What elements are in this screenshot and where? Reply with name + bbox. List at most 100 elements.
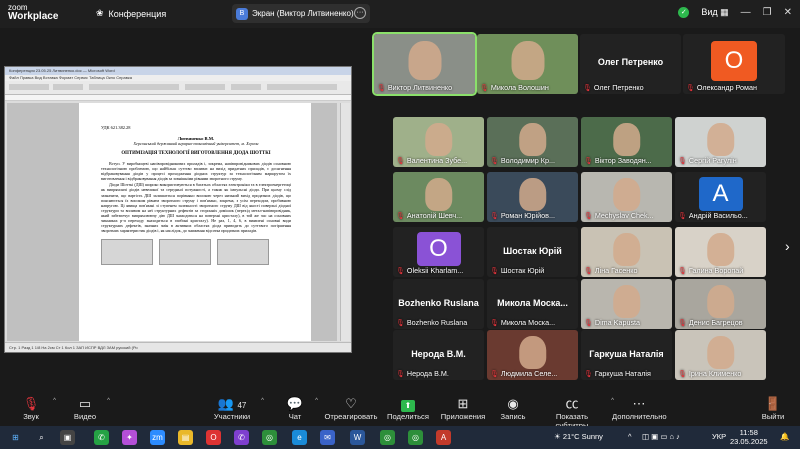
chevron-up-icon[interactable]: ^ bbox=[315, 398, 318, 404]
participant-video bbox=[612, 285, 641, 318]
participant-name: Володимир Кр... bbox=[500, 156, 555, 165]
windows-start-icon[interactable]: ⊞ bbox=[8, 430, 23, 445]
more-options-icon[interactable]: ··· bbox=[354, 7, 366, 19]
copilot-icon[interactable]: ✦ bbox=[122, 430, 137, 445]
participant-name-label: 🎙 Денис Багрецов bbox=[678, 318, 743, 327]
participant-video bbox=[706, 336, 735, 369]
chevron-up-icon[interactable]: ^ bbox=[53, 398, 56, 404]
close-icon[interactable]: ✕ bbox=[784, 7, 792, 18]
viber-icon[interactable]: ✆ bbox=[234, 430, 249, 445]
participant-tile[interactable]: 🎙 Ліна Гасенко bbox=[581, 227, 672, 277]
participant-tile[interactable]: O 🎙 Oleksii Kharlam... bbox=[393, 227, 484, 277]
record-button[interactable]: ◉ Запись bbox=[498, 396, 528, 421]
view-button[interactable]: Вид ▦ bbox=[701, 7, 728, 18]
participant-name-label: 🎙 Андрій Васильо... bbox=[678, 211, 748, 220]
participant-tile[interactable]: 🎙 Людмила Селе... bbox=[487, 330, 578, 380]
participant-name: Нерода В.М. bbox=[406, 369, 449, 378]
weather-widget[interactable]: ☀ 21°C Sunny bbox=[554, 432, 603, 441]
participant-tile[interactable]: 🎙 Mechyslav Chek... bbox=[581, 172, 672, 222]
chrome-icon[interactable]: ◎ bbox=[380, 430, 395, 445]
edge-icon[interactable]: e bbox=[292, 430, 307, 445]
file-explorer-icon[interactable]: ▤ bbox=[178, 430, 193, 445]
participant-tile[interactable]: 🎙 Сергій Рагулін bbox=[675, 117, 766, 167]
article-title: ОПТИМІЗАЦІЯ ТЕХНОЛОГІЇ ВИГОТОВЛЕННЯ ДІОД… bbox=[121, 151, 271, 156]
participant-name-label: 🎙 Шостак Юрій bbox=[490, 266, 544, 275]
participant-tile[interactable]: Микола Моска... 🎙 Микола Моска... bbox=[487, 279, 578, 329]
participant-tile[interactable]: 🎙 Виктор Литвиненко bbox=[372, 32, 477, 96]
notification-icon[interactable]: 🔔 bbox=[780, 432, 789, 441]
react-button[interactable]: ♡ Отреагировать bbox=[322, 396, 380, 421]
task-view-icon[interactable]: ▣ bbox=[60, 430, 75, 445]
participant-name: Гаркуша Наталія bbox=[594, 369, 651, 378]
participant-tile[interactable]: Шостак Юрій 🎙 Шостак Юрій bbox=[487, 227, 578, 277]
participant-video bbox=[408, 41, 441, 81]
captions-button[interactable]: ㏄ Показать субтитры ^ bbox=[540, 396, 614, 430]
participant-name-label: 🎙 Володимир Кр... bbox=[490, 156, 555, 165]
more-button[interactable]: ⋯ Дополнительно bbox=[612, 396, 667, 421]
next-page-chevron-icon[interactable]: › bbox=[785, 238, 790, 254]
chrome-icon[interactable]: ◎ bbox=[408, 430, 423, 445]
share-label: Экран (Виктор Литвиненко) bbox=[252, 9, 354, 18]
participant-name-label: 🎙 Гаркуша Наталія bbox=[584, 369, 651, 378]
mic-muted-icon: 🎙 bbox=[584, 319, 593, 327]
chevron-up-icon[interactable]: ^ bbox=[107, 398, 110, 404]
tray-icons[interactable]: ◫ ▣ ▭ ⌂ ♪ bbox=[642, 432, 680, 441]
shield-icon[interactable]: ✓ bbox=[678, 7, 690, 18]
participant-tile[interactable]: A 🎙 Андрій Васильо... bbox=[675, 172, 766, 222]
share-button[interactable]: ⬆ Поделиться bbox=[386, 396, 430, 421]
word-title-bar: Конференция 23.05.25 Литвиненко.doc — Mi… bbox=[5, 67, 351, 75]
participant-tile[interactable]: 🎙 Валентина Зубе... bbox=[393, 117, 484, 167]
participant-tile[interactable]: 🎙 Володимир Кр... bbox=[487, 117, 578, 167]
participant-tile[interactable]: Гаркуша Наталія 🎙 Гаркуша Наталія bbox=[581, 330, 672, 380]
meeting-info[interactable]: ❀ Конференция bbox=[96, 8, 166, 19]
participant-name-label: 🎙 Галина Воропай bbox=[678, 266, 743, 275]
figures bbox=[101, 239, 291, 266]
restore-icon[interactable]: ❐ bbox=[763, 7, 772, 18]
chevron-up-icon[interactable]: ^ bbox=[261, 398, 264, 404]
participant-tile[interactable]: 🎙 Микола Волошин bbox=[477, 34, 578, 94]
word-icon[interactable]: W bbox=[350, 430, 365, 445]
heart-icon: ♡ bbox=[345, 396, 357, 411]
audio-button[interactable]: 🎙 Звук ^ bbox=[16, 396, 56, 421]
minimize-icon[interactable]: — bbox=[741, 7, 751, 18]
search-icon[interactable]: ⌕ bbox=[34, 430, 49, 445]
vertical-scrollbar[interactable] bbox=[340, 103, 350, 341]
participant-tile[interactable]: 🎙 Денис Багрецов bbox=[675, 279, 766, 329]
video-button[interactable]: ▭ Видео ^ bbox=[70, 396, 110, 421]
whatsapp-icon[interactable]: ✆ bbox=[94, 430, 109, 445]
chrome-icon[interactable]: ◎ bbox=[262, 430, 277, 445]
language-indicator[interactable]: УКР bbox=[712, 432, 726, 441]
leave-button[interactable]: 🚪 Выйти bbox=[758, 396, 788, 421]
affiliation: Херсонський державний аграрно-економічни… bbox=[133, 141, 259, 146]
pdf-icon[interactable]: A bbox=[436, 430, 451, 445]
zoom-icon[interactable]: zm bbox=[150, 430, 165, 445]
participant-name-label: 🎙 Bozhenko Ruslana bbox=[396, 318, 467, 327]
participant-tile[interactable]: Олег Петренко 🎙 Олег Петренко bbox=[580, 34, 681, 94]
mic-muted-icon: 🎙 bbox=[686, 84, 695, 92]
mic-muted-icon: 🎙 bbox=[396, 370, 405, 378]
participant-video bbox=[706, 123, 735, 156]
participant-name-label: 🎙 Ліна Гасенко bbox=[584, 266, 637, 275]
participant-tile[interactable]: 🎙 Галина Воропай bbox=[675, 227, 766, 277]
participant-tile[interactable]: 🎙 Роман Юрійов... bbox=[487, 172, 578, 222]
screen-share-indicator[interactable]: В Экран (Виктор Литвиненко) ··· bbox=[232, 4, 370, 23]
participant-tile[interactable]: 🎙 Dima Kapusta bbox=[581, 279, 672, 329]
apps-button[interactable]: ⊞ Приложения bbox=[440, 396, 486, 421]
mail-icon[interactable]: ✉ bbox=[320, 430, 335, 445]
participants-button[interactable]: 👥 47 Участники ^ bbox=[210, 396, 264, 421]
chat-button[interactable]: 💬 Чат ^ bbox=[282, 396, 318, 421]
participant-name-label: 🎙 Віктор Заводян... bbox=[584, 156, 652, 165]
windows-taskbar: ⊞ ⌕ ▣ ✆ ✦ zm ▤ O ✆ ◎ e ✉ W ◎ ◎ A ☀ 21°C … bbox=[0, 426, 800, 449]
participant-avatar: A bbox=[698, 177, 743, 211]
participant-name: Bozhenko Ruslana bbox=[406, 318, 468, 327]
participant-tile[interactable]: 🎙 Ірина Клименко bbox=[675, 330, 766, 380]
participant-tile[interactable]: 🎙 Анатолій Шевч... bbox=[393, 172, 484, 222]
clock[interactable]: 11:58 23.05.2025 bbox=[730, 428, 768, 446]
tray-chevron-icon[interactable]: ^ bbox=[628, 432, 632, 441]
participant-tile[interactable]: 🎙 Віктор Заводян... bbox=[581, 117, 672, 167]
participant-tile[interactable]: Bozhenko Ruslana 🎙 Bozhenko Ruslana bbox=[393, 279, 484, 329]
participant-name-label: 🎙 Людмила Селе... bbox=[490, 369, 557, 378]
participant-tile[interactable]: Нерода В.М. 🎙 Нерода В.М. bbox=[393, 330, 484, 380]
participant-tile[interactable]: О 🎙 Олександр Роман bbox=[683, 34, 785, 94]
opera-icon[interactable]: O bbox=[206, 430, 221, 445]
